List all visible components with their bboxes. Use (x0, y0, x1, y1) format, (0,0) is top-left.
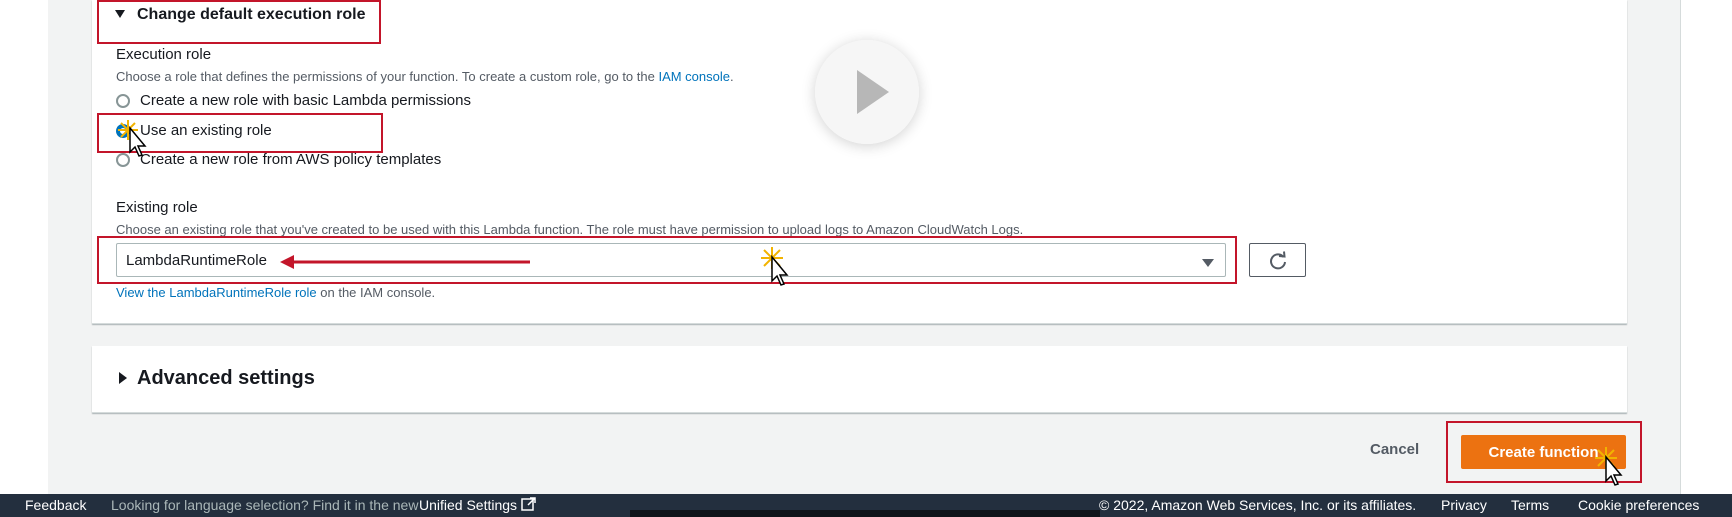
console-footer: Feedback Looking for language selection?… (0, 494, 1732, 517)
caret-right-icon[interactable] (118, 371, 128, 390)
iam-console-link[interactable]: IAM console (658, 69, 730, 84)
cancel-button[interactable]: Cancel (1370, 441, 1419, 458)
footer-privacy-link[interactable]: Privacy (1441, 497, 1487, 513)
footer-copyright: © 2022, Amazon Web Services, Inc. or its… (1099, 497, 1417, 513)
cursor-icon (771, 254, 789, 286)
left-margin (0, 0, 48, 494)
click-burst-icon (761, 247, 789, 286)
refresh-icon (1268, 251, 1288, 276)
footer-video-bar (630, 510, 1100, 517)
external-link-icon (521, 497, 536, 515)
footer-cookie-preferences-link[interactable]: Cookie preferences (1578, 497, 1699, 513)
existing-role-label: Existing role (116, 199, 198, 216)
video-play-button[interactable] (815, 40, 919, 144)
desc-period: . (730, 69, 734, 84)
execution-role-desc-text: Choose a role that defines the permissio… (116, 69, 659, 84)
advanced-settings-title[interactable]: Advanced settings (137, 367, 315, 390)
footer-unified-settings-link[interactable]: Unified Settings (419, 497, 517, 513)
right-divider (1680, 0, 1681, 494)
annotation-box-role-select (97, 236, 1237, 284)
view-role-suffix: on the IAM console. (316, 285, 436, 300)
radio-create-new-role[interactable] (116, 94, 130, 108)
footer-terms-link[interactable]: Terms (1511, 497, 1549, 513)
radio-label-policy-templates[interactable]: Create a new role from AWS policy templa… (140, 151, 441, 168)
right-margin (1680, 0, 1732, 494)
lambda-create-function-page: Change default execution role Execution … (0, 0, 1732, 517)
click-burst-icon (1595, 447, 1623, 486)
play-icon (855, 68, 891, 121)
execution-role-label: Execution role (116, 46, 212, 63)
radio-label-create-new-role[interactable]: Create a new role with basic Lambda perm… (140, 92, 471, 109)
execution-role-description: Choose a role that defines the permissio… (116, 69, 734, 84)
view-role-link[interactable]: View the LambdaRuntimeRole role (116, 285, 317, 300)
advanced-settings-panel[interactable] (92, 346, 1627, 413)
cursor-icon (1605, 454, 1623, 486)
existing-role-description: Choose an existing role that you've crea… (116, 222, 1024, 237)
annotation-box-toggle (97, 0, 381, 44)
cursor-icon (129, 125, 147, 157)
click-burst-icon (118, 120, 147, 157)
view-role-line: View the LambdaRuntimeRole role on the I… (116, 285, 435, 300)
footer-language-hint: Looking for language selection? Find it … (111, 497, 419, 513)
footer-feedback-link[interactable]: Feedback (25, 497, 86, 513)
arrow-annotation-icon (280, 255, 530, 269)
refresh-button[interactable] (1249, 243, 1306, 277)
